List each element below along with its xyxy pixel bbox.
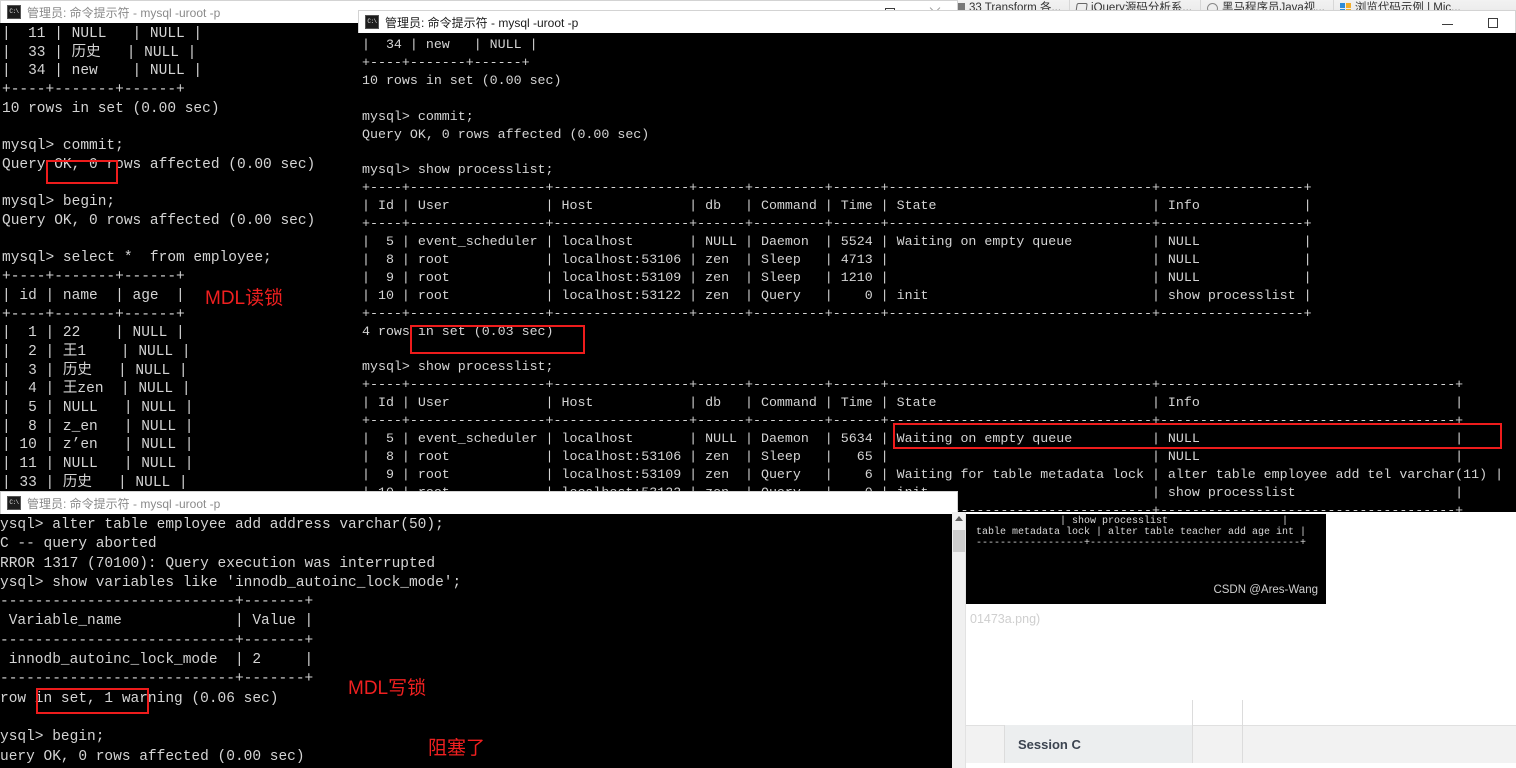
preview-watermark: CSDN @Ares-Wang [1213,584,1318,596]
screen-root: ✕ 33 Transform 各... jQuery源码分析系... 黑马程序员… [0,0,1516,768]
image-preview-panel[interactable]: | show processlist | table metadata lock… [952,512,1516,768]
label-blocked: 阻塞了 [428,738,486,759]
divider-2 [1192,700,1193,763]
window-b-controls [1425,11,1515,34]
window-a-title: 管理员: 命令提示符 - mysql -uroot -p [27,5,221,20]
scroll-up-arrow[interactable] [955,516,963,521]
divider-1 [1004,725,1005,763]
label-mdl-read-lock: MDL读锁 [205,288,284,309]
preview-image-frame: CSDN @Ares-Wang [966,514,1326,604]
window-b-console[interactable]: | 34 | new | NULL | +----+-------+------… [358,33,1516,522]
scroll-thumb[interactable] [953,530,965,552]
cmd-icon: C:\ [7,5,21,19]
console-window-b[interactable]: C:\ 管理员: 命令提示符 - mysql -uroot -p | 34 | … [358,10,1516,522]
console-window-c[interactable]: C:\ 管理员: 命令提示符 - mysql -uroot -p ysql> a… [0,491,958,768]
window-c-console[interactable]: ysql> alter table employee add address v… [0,514,958,768]
maximize-button[interactable] [1470,11,1515,34]
preview-filename: 01473a.png) [970,612,1041,626]
scrollbar-vertical[interactable] [952,512,966,768]
cmd-icon: C:\ [7,496,21,510]
minimize-button[interactable] [1425,11,1470,34]
window-c-titlebar[interactable]: C:\ 管理员: 命令提示符 - mysql -uroot -p [0,491,958,514]
window-b-title: 管理员: 命令提示符 - mysql -uroot -p [385,15,579,30]
cmd-icon: C:\ [365,15,379,29]
preview-caption-area: 01473a.png) [966,604,1326,700]
preview-footer [966,763,1516,768]
divider-3 [1242,700,1243,763]
window-c-title: 管理员: 命令提示符 - mysql -uroot -p [27,496,221,511]
label-mdl-write-lock: MDL写锁 [348,678,427,699]
window-b-titlebar[interactable]: C:\ 管理员: 命令提示符 - mysql -uroot -p [358,10,1516,33]
session-c-cell[interactable]: Session C [1004,725,1192,763]
